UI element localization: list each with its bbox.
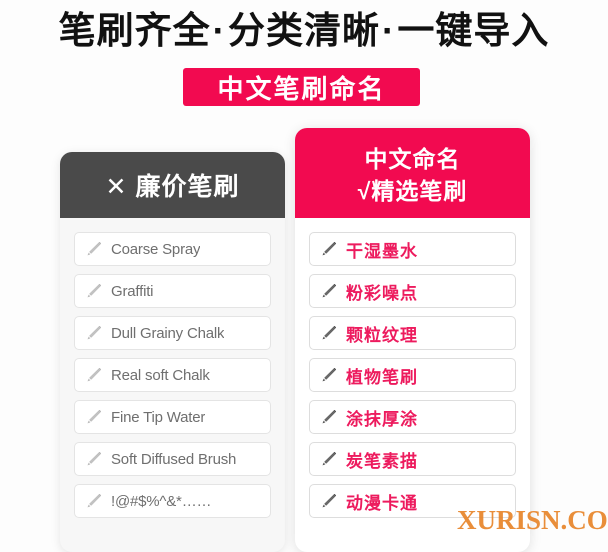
list-item[interactable]: Graffiti xyxy=(74,274,271,308)
promo-graphic: 笔刷齐全·分类清晰·一键导入 中文笔刷命名 ✕ 廉价笔刷 Coarse Spra… xyxy=(0,0,608,552)
subtitle-badge: 中文笔刷命名 xyxy=(183,68,420,106)
brush-icon xyxy=(87,409,102,424)
headline-part-1: 笔刷齐全 xyxy=(58,10,211,51)
list-item[interactable]: Soft Diffused Brush xyxy=(74,442,271,476)
cheap-brush-card: ✕ 廉价笔刷 Coarse Spray Graffiti Dull Grainy… xyxy=(60,152,285,552)
check-icon: √ xyxy=(357,178,372,204)
list-item[interactable]: !@#$%^&*…… xyxy=(74,484,271,518)
subtitle-badge-label: 中文笔刷命名 xyxy=(217,73,386,104)
list-item-label: Real soft Chalk xyxy=(111,366,210,384)
list-item[interactable]: 干湿墨水 xyxy=(309,232,516,266)
premium-brush-list: 干湿墨水 粉彩噪点 颗粒纹理 植物笔刷 涂抹厚涂 炭笔素描 动漫卡通 xyxy=(295,218,530,518)
brush-icon xyxy=(322,493,337,508)
list-item-label: Soft Diffused Brush xyxy=(111,450,237,468)
list-item[interactable]: 颗粒纹理 xyxy=(309,316,516,350)
watermark: XURISN.COM xyxy=(457,505,608,535)
headline-separator-2: · xyxy=(382,10,396,51)
brush-icon xyxy=(87,283,102,298)
list-item[interactable]: Dull Grainy Chalk xyxy=(74,316,271,350)
list-item-label: Graffiti xyxy=(111,282,154,300)
brush-icon xyxy=(322,325,337,340)
list-item[interactable]: 粉彩噪点 xyxy=(309,274,516,308)
brush-icon xyxy=(322,409,337,424)
list-item-label: 植物笔刷 xyxy=(346,367,418,387)
list-item[interactable]: Fine Tip Water xyxy=(74,400,271,434)
headline-part-3: 一键导入 xyxy=(397,10,550,51)
list-item[interactable]: Real soft Chalk xyxy=(74,358,271,392)
cross-icon: ✕ xyxy=(105,173,128,201)
premium-brush-card-header: 中文命名 √精选笔刷 xyxy=(295,128,530,218)
list-item-label: 涂抹厚涂 xyxy=(346,409,418,429)
list-item-label: Coarse Spray xyxy=(111,240,201,258)
brush-icon xyxy=(322,283,337,298)
brush-icon xyxy=(322,367,337,382)
list-item-label: 干湿墨水 xyxy=(346,241,418,261)
premium-brush-card-title-line2: 精选笔刷 xyxy=(371,178,468,204)
cheap-brush-list: Coarse Spray Graffiti Dull Grainy Chalk xyxy=(60,218,285,518)
cheap-brush-card-header: ✕ 廉价笔刷 xyxy=(60,152,285,218)
brush-icon xyxy=(322,451,337,466)
page-title: 笔刷齐全·分类清晰·一键导入 xyxy=(0,8,608,54)
list-item-label: 粉彩噪点 xyxy=(346,283,418,303)
list-item[interactable]: 涂抹厚涂 xyxy=(309,400,516,434)
list-item[interactable]: 植物笔刷 xyxy=(309,358,516,392)
headline-part-2: 分类清晰 xyxy=(228,10,380,51)
list-item-label: !@#$%^&*…… xyxy=(111,492,212,510)
list-item[interactable]: Coarse Spray xyxy=(74,232,271,266)
cheap-brush-card-title: 廉价笔刷 xyxy=(135,173,240,201)
brush-icon xyxy=(87,367,102,382)
brush-icon xyxy=(87,493,102,508)
premium-brush-card: 中文命名 √精选笔刷 干湿墨水 粉彩噪点 颗粒纹理 植物笔刷 涂抹厚涂 炭笔素描… xyxy=(295,128,530,552)
brush-icon xyxy=(87,241,102,256)
list-item-label: Fine Tip Water xyxy=(111,408,206,426)
list-item-label: 颗粒纹理 xyxy=(346,325,418,345)
premium-brush-card-title-line1: 中文命名 xyxy=(364,146,461,172)
list-item-label: Dull Grainy Chalk xyxy=(111,324,225,342)
brush-icon xyxy=(87,451,102,466)
brush-icon xyxy=(322,241,337,256)
list-item[interactable]: 炭笔素描 xyxy=(309,442,516,476)
brush-icon xyxy=(87,325,102,340)
list-item-label: 动漫卡通 xyxy=(346,493,418,513)
headline-separator-1: · xyxy=(212,10,226,51)
list-item-label: 炭笔素描 xyxy=(346,451,418,471)
